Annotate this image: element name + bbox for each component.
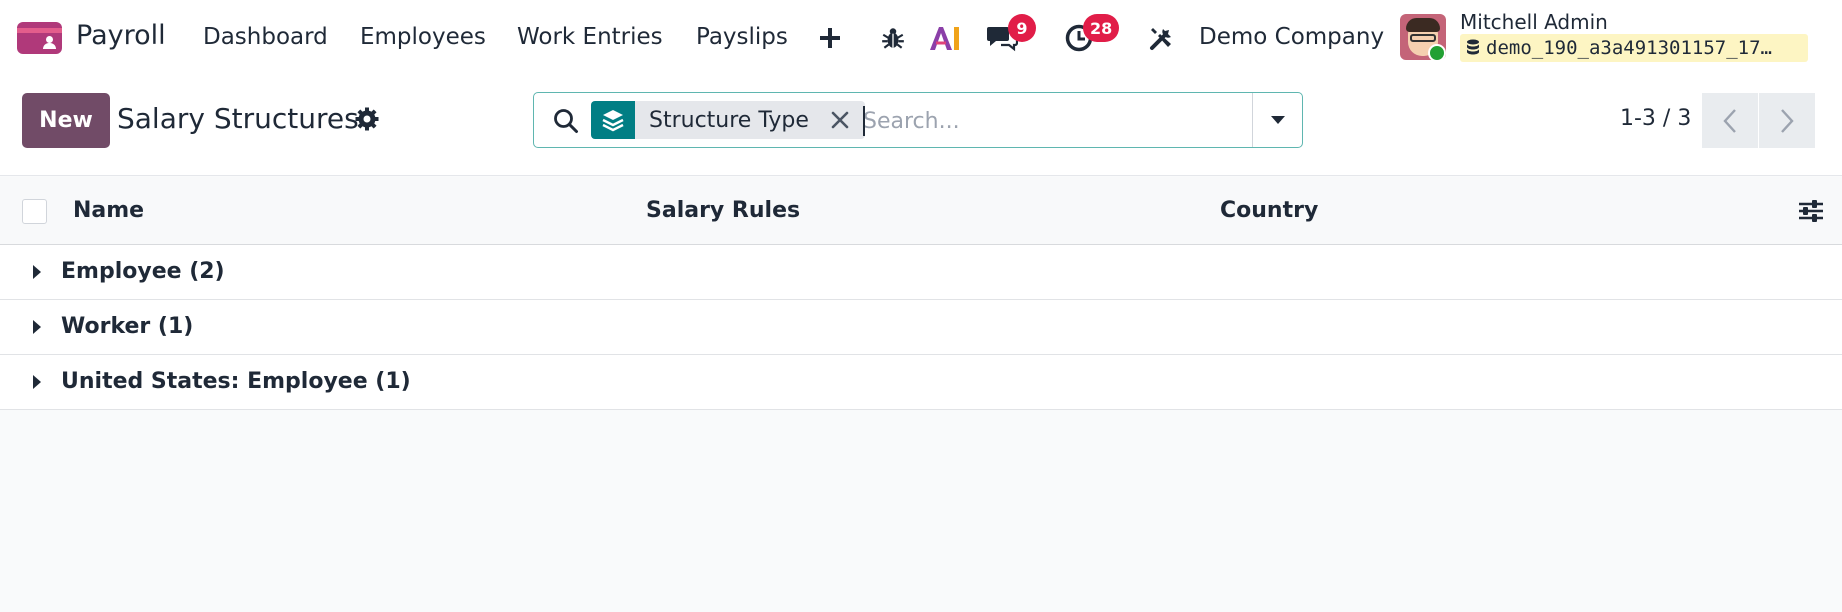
search-input[interactable] bbox=[863, 101, 1263, 141]
activities-count-badge: 28 bbox=[1083, 14, 1120, 42]
app-name[interactable]: Payroll bbox=[76, 20, 166, 51]
control-panel: New Salary Structures Structure Type 1-3… bbox=[0, 76, 1842, 176]
caret-right-icon bbox=[33, 320, 41, 334]
group-row[interactable]: Worker (1) bbox=[0, 300, 1842, 355]
bug-icon[interactable] bbox=[875, 20, 911, 56]
menu-work-entries[interactable]: Work Entries bbox=[517, 24, 663, 50]
database-name: demo_190_a3a491301157_17… bbox=[1486, 37, 1772, 59]
optional-columns-icon[interactable] bbox=[1797, 197, 1825, 225]
caret-right-icon bbox=[33, 265, 41, 279]
page-title: Salary Structures bbox=[117, 102, 359, 135]
chevron-left-icon bbox=[1723, 108, 1736, 133]
tools-icon[interactable] bbox=[1144, 20, 1180, 56]
pager-previous-button[interactable] bbox=[1702, 93, 1758, 148]
user-name[interactable]: Mitchell Admin bbox=[1460, 10, 1608, 34]
new-button[interactable]: New bbox=[22, 93, 110, 148]
group-row[interactable]: United States: Employee (1) bbox=[0, 355, 1842, 410]
column-country[interactable]: Country bbox=[1220, 198, 1318, 223]
group-label: Worker (1) bbox=[61, 314, 194, 339]
payroll-app-icon[interactable] bbox=[17, 22, 62, 54]
empty-list-area bbox=[0, 411, 1842, 612]
group-label: United States: Employee (1) bbox=[61, 369, 411, 394]
chevron-down-icon[interactable] bbox=[1253, 93, 1303, 147]
group-row[interactable]: Employee (2) bbox=[0, 245, 1842, 300]
group-label: Employee (2) bbox=[61, 259, 225, 284]
plus-icon[interactable] bbox=[812, 20, 848, 56]
gear-icon[interactable] bbox=[354, 106, 380, 132]
ai-icon[interactable] bbox=[927, 20, 963, 56]
caret-right-icon bbox=[33, 375, 41, 389]
facet-label: Structure Type bbox=[635, 101, 825, 139]
pager-next-button[interactable] bbox=[1759, 93, 1815, 148]
close-icon[interactable] bbox=[824, 101, 865, 139]
column-name[interactable]: Name bbox=[73, 198, 144, 223]
chevron-right-icon bbox=[1781, 108, 1794, 133]
messages-count-badge: 9 bbox=[1008, 14, 1036, 42]
pager-value[interactable]: 1-3 / 3 bbox=[1620, 106, 1691, 131]
company-switcher[interactable]: Demo Company bbox=[1199, 24, 1384, 50]
search-bar: Structure Type bbox=[533, 92, 1303, 148]
column-salary-rules[interactable]: Salary Rules bbox=[646, 198, 800, 223]
top-navbar: Payroll Dashboard Employees Work Entries… bbox=[0, 0, 1842, 76]
text-cursor bbox=[863, 106, 865, 136]
menu-employees[interactable]: Employees bbox=[360, 24, 486, 50]
database-icon bbox=[1467, 39, 1479, 55]
list-header: Name Salary Rules Country bbox=[0, 177, 1842, 245]
menu-payslips[interactable]: Payslips bbox=[696, 24, 788, 50]
database-badge[interactable]: demo_190_a3a491301157_17… bbox=[1460, 34, 1808, 62]
select-all-checkbox[interactable] bbox=[22, 199, 47, 224]
menu-dashboard[interactable]: Dashboard bbox=[203, 24, 328, 50]
online-status-dot bbox=[1428, 44, 1446, 62]
layers-icon bbox=[591, 101, 635, 139]
search-icon[interactable] bbox=[552, 107, 580, 135]
search-facet-structure-type[interactable]: Structure Type bbox=[591, 101, 865, 139]
